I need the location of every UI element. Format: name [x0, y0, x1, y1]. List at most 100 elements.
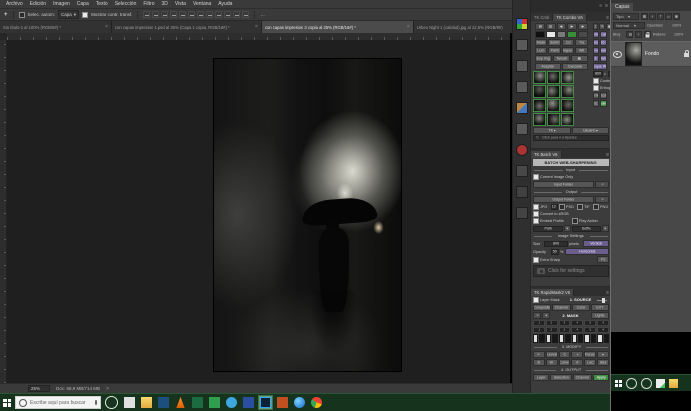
- source-button[interactable]: EXT: [591, 304, 609, 311]
- collapse-icon[interactable]: «: [599, 3, 602, 9]
- zone-key[interactable]: [552, 334, 557, 343]
- blend-mode-dropdown[interactable]: Normal▾: [613, 22, 645, 29]
- combo-toolbar-icon[interactable]: %: [599, 23, 605, 30]
- usuario-menu-button[interactable]: Usuario ▸: [572, 127, 610, 134]
- layer-filter-dropdown[interactable]: Tipo▾: [613, 13, 639, 20]
- zone-key[interactable]: [604, 334, 609, 343]
- zone-key[interactable]: [591, 334, 596, 343]
- zone-key[interactable]: [546, 334, 551, 343]
- preview-thumbnail[interactable]: [533, 71, 546, 84]
- source-button[interactable]: Composite: [533, 304, 551, 311]
- tab-capas[interactable]: Capas: [611, 3, 633, 11]
- taskbar-app-icon[interactable]: [105, 396, 118, 409]
- extra-sharp-checkbox[interactable]: [533, 257, 539, 263]
- menu-item[interactable]: 3D: [162, 1, 168, 7]
- layer-kind-filter-icon[interactable]: ▭: [665, 13, 672, 20]
- menu-item[interactable]: Vista: [175, 1, 186, 7]
- web-size-field[interactable]: 800: [593, 71, 603, 77]
- taskbar-app-icon[interactable]: [277, 397, 288, 408]
- tk-strip-icon[interactable]: [516, 186, 528, 198]
- mask-mode-button[interactable]: Lights: [591, 312, 609, 319]
- more-options-icon[interactable]: …: [260, 12, 265, 17]
- menu-item[interactable]: Edición: [30, 1, 46, 7]
- align-left-icon[interactable]: [143, 11, 150, 18]
- lights-zone-button[interactable]: 3: [559, 320, 571, 326]
- modify-button[interactable]: ◑: [571, 351, 583, 358]
- enfoque-extra-checkbox[interactable]: [593, 85, 599, 91]
- escala-button[interactable]: Escala: [600, 92, 607, 99]
- taskbar-app-icon[interactable]: [124, 397, 135, 408]
- jpg-quality-field[interactable]: 12: [551, 204, 558, 210]
- taskbar-app-icon[interactable]: [626, 378, 637, 389]
- combo-toolbar-icon[interactable]: ▥: [546, 23, 556, 30]
- zone-key[interactable]: [539, 334, 544, 343]
- combo-toolbar-icon[interactable]: ▤: [535, 23, 545, 30]
- menu-item[interactable]: Filtro: [143, 1, 154, 7]
- distribute-top-icon[interactable]: [197, 11, 204, 18]
- menu-item[interactable]: Texto: [96, 1, 108, 7]
- path-caret-icon[interactable]: ▾: [564, 225, 571, 232]
- output-folder-menu-icon[interactable]: ≡: [595, 196, 609, 203]
- output-channel-button[interactable]: Channel: [573, 374, 592, 381]
- combo-purple-button[interactable]: Desat: [593, 39, 600, 46]
- combo-action-button[interactable]: Mask: [535, 39, 547, 46]
- lock-transparency-icon[interactable]: ▨: [626, 31, 633, 38]
- tk-strip-icon[interactable]: [516, 81, 528, 93]
- combo-purple-button[interactable]: 16-8: [600, 39, 607, 46]
- preview-thumbnail[interactable]: [561, 99, 574, 112]
- preview-thumbnail[interactable]: [533, 85, 546, 98]
- layer-kind-filter-icon[interactable]: T: [657, 13, 664, 20]
- distribute-center-v-icon[interactable]: [206, 11, 213, 18]
- zone-key[interactable]: [572, 334, 577, 343]
- taskbar-app-icon[interactable]: [226, 397, 237, 408]
- start-button[interactable]: [615, 380, 622, 387]
- preview-thumbnail[interactable]: [561, 71, 574, 84]
- modify-button[interactable]: Focus: [584, 351, 596, 358]
- size-field[interactable]: 800: [544, 241, 568, 247]
- layer-thumbnail[interactable]: [625, 42, 642, 66]
- panel-menu-icon[interactable]: ≡: [606, 15, 609, 21]
- preview-thumbnail[interactable]: [547, 113, 560, 126]
- zone-key[interactable]: [559, 334, 564, 343]
- menu-item[interactable]: Capa: [77, 1, 89, 7]
- document-tab[interactable]: con capas impresion 3 copia al 25% (RGB/…: [262, 21, 414, 33]
- taskbar-app-icon[interactable]: [175, 397, 186, 408]
- distribute-right-icon[interactable]: [242, 11, 249, 18]
- layer-kind-filter-icon[interactable]: ◐: [649, 13, 656, 20]
- combo-action-button[interactable]: Lum: [535, 47, 547, 54]
- vertical-button[interactable]: Vertical: [583, 240, 609, 247]
- apply-button[interactable]: Apply: [593, 374, 609, 381]
- distribute-center-h-icon[interactable]: [233, 11, 240, 18]
- darks-zone-button[interactable]: 2: [546, 327, 558, 333]
- combo-action-button[interactable]: ▦: [571, 55, 588, 62]
- convert-srgb-checkbox[interactable]: [533, 211, 539, 217]
- horizontal-button[interactable]: Horizontal: [565, 248, 609, 255]
- mask-caret-icon[interactable]: ▾: [542, 312, 550, 319]
- tk-strip-icon[interactable]: [516, 165, 528, 177]
- modify-button[interactable]: B: [533, 359, 545, 366]
- lights-zone-button[interactable]: 2: [546, 320, 558, 326]
- lights-zone-button[interactable]: 6: [597, 320, 609, 326]
- open-image-dark-alley-painting[interactable]: [213, 58, 402, 372]
- jpg-checkbox[interactable]: [533, 204, 539, 210]
- tk-strip-icon[interactable]: [516, 207, 528, 219]
- taskbar-app-icon[interactable]: [209, 397, 220, 408]
- tk-strip-icon[interactable]: [516, 39, 528, 51]
- vertical-button[interactable]: Vertical: [593, 92, 600, 99]
- align-center-h-icon[interactable]: [152, 11, 159, 18]
- combo-purple-button[interactable]: Invrt: [593, 47, 600, 54]
- modify-button[interactable]: ↺: [571, 359, 583, 366]
- combo-purple-button[interactable]: Match: [600, 55, 607, 62]
- zone-key[interactable]: [578, 334, 583, 343]
- taskbar-app-icon[interactable]: [311, 397, 322, 408]
- modify-button[interactable]: Blur: [597, 359, 609, 366]
- click-for-settings-button[interactable]: Click for settings: [533, 265, 609, 277]
- preview-thumbnail[interactable]: [561, 113, 574, 126]
- taskbar-search-box[interactable]: Escribe aquí para buscar: [15, 396, 101, 409]
- darks-zone-button[interactable]: 3: [559, 327, 571, 333]
- combo-purple-button[interactable]: Content: [593, 31, 600, 38]
- align-right-icon[interactable]: [161, 11, 168, 18]
- close-icon[interactable]: ×: [407, 24, 410, 30]
- lock-all-icon[interactable]: [644, 31, 651, 38]
- mask-left-icon[interactable]: ≡: [533, 312, 541, 319]
